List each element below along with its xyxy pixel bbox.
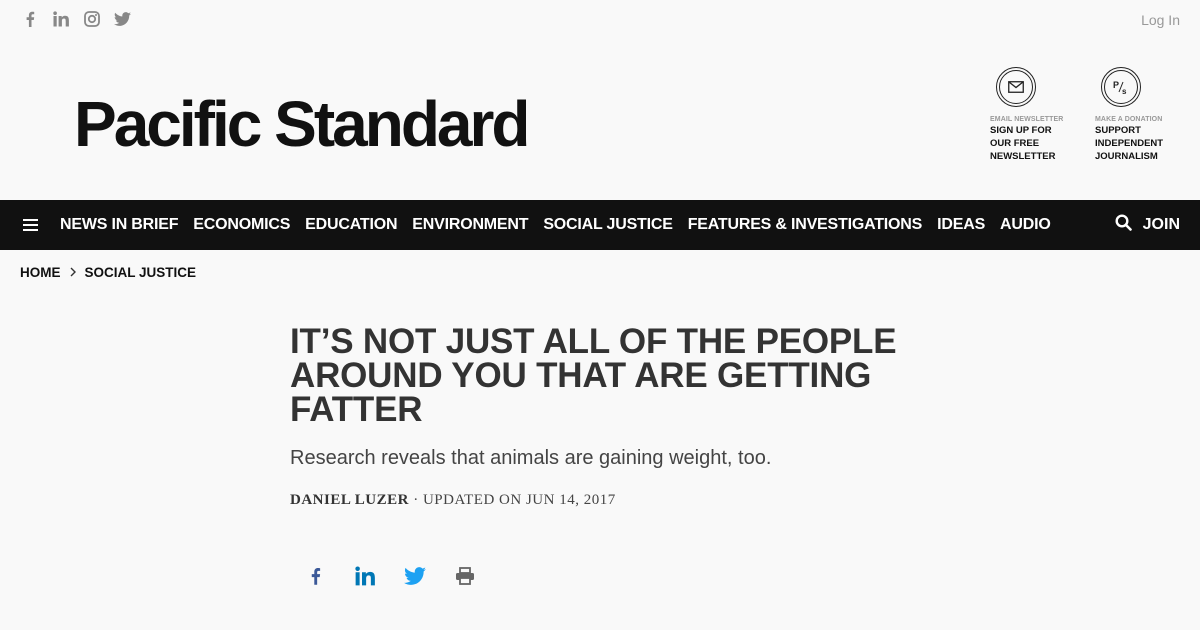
breadcrumb-section[interactable]: SOCIAL JUSTICE [85,265,197,280]
header-social-links [20,9,132,28]
nav-item-features-investigations[interactable]: FEATURES & INVESTIGATIONS [688,216,923,234]
share-linkedin-icon[interactable] [353,565,377,587]
twitter-icon[interactable] [113,9,132,28]
nav-item-news-in-brief[interactable]: NEWS IN BRIEF [60,216,178,234]
donate-promo[interactable]: Ps MAKE A DONATION SUPPORT INDEPENDENT J… [1095,67,1175,162]
newsletter-line-2: OUR FREE [990,138,1040,149]
nav-item-audio[interactable]: AUDIO [1000,216,1051,234]
main-navigation: NEWS IN BRIEF ECONOMICS EDUCATION ENVIRO… [0,200,1200,250]
nav-item-education[interactable]: EDUCATION [305,216,397,234]
updated-date: · UPDATED ON JUN 14, 2017 [408,492,616,508]
nav-item-social-justice[interactable]: SOCIAL JUSTICE [543,216,673,234]
login-link[interactable]: Log In [1141,12,1180,28]
share-buttons [303,565,477,587]
article-dek: Research reveals that animals are gainin… [290,447,772,469]
envelope-icon [996,67,1036,107]
donate-line-1: SUPPORT [1095,125,1141,136]
join-button[interactable]: JOIN [1143,216,1180,234]
breadcrumb-home[interactable]: HOME [20,265,61,280]
donate-line-3: JOURNALISM [1095,151,1158,162]
newsletter-promo[interactable]: EMAIL NEWSLETTER SIGN UP FOR OUR FREE NE… [990,67,1070,162]
share-facebook-icon[interactable] [303,565,327,587]
svg-text:P: P [1113,80,1119,90]
facebook-icon[interactable] [20,9,39,28]
nav-item-environment[interactable]: ENVIRONMENT [412,216,528,234]
search-icon[interactable] [1115,214,1132,236]
breadcrumb: HOME SOCIAL JUSTICE [20,265,196,280]
nav-right: JOIN [1115,200,1180,250]
newsletter-eyebrow: EMAIL NEWSLETTER [990,116,1064,123]
instagram-icon[interactable] [82,9,101,28]
ps-badge-icon: Ps [1101,67,1141,107]
linkedin-icon[interactable] [51,9,70,28]
menu-icon[interactable] [23,216,38,234]
byline: DANIEL LUZER · UPDATED ON JUN 14, 2017 [290,492,616,509]
nav-items: NEWS IN BRIEF ECONOMICS EDUCATION ENVIRO… [60,216,1066,234]
donate-eyebrow: MAKE A DONATION [1095,116,1163,123]
site-logo[interactable]: Pacific Standard [74,92,530,156]
newsletter-line-3: NEWSLETTER [990,151,1056,162]
svg-text:s: s [1122,87,1127,95]
nav-item-ideas[interactable]: IDEAS [937,216,985,234]
donate-line-2: INDEPENDENT [1095,138,1164,149]
newsletter-line-1: SIGN UP FOR [990,125,1052,136]
chevron-right-icon [70,265,76,280]
print-icon[interactable] [453,565,477,587]
author-link[interactable]: DANIEL LUZER [290,492,409,508]
article-title: IT’S NOT JUST ALL OF THE PEOPLE AROUND Y… [290,322,897,429]
nav-item-economics[interactable]: ECONOMICS [193,216,290,234]
share-twitter-icon[interactable] [403,565,427,587]
